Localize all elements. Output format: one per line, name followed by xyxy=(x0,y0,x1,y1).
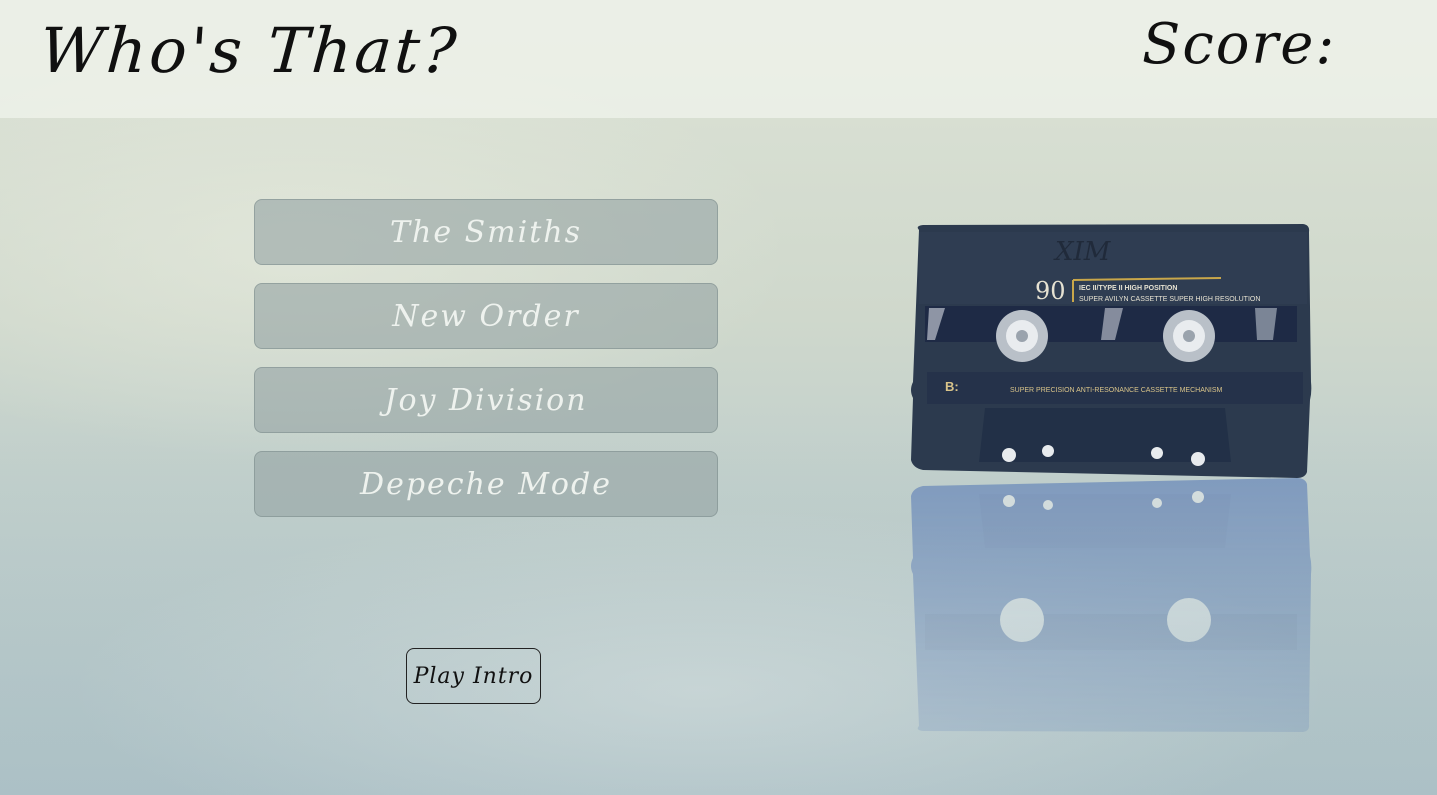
answer-button-the-smiths[interactable]: The Smiths xyxy=(254,199,718,265)
cassette-handwriting: XIM xyxy=(1053,237,1112,267)
page-title: Who's That? xyxy=(37,14,462,87)
answer-button-depeche-mode[interactable]: Depeche Mode xyxy=(254,451,718,517)
cassette-side: B: xyxy=(945,379,959,394)
score-display: Score: xyxy=(1142,12,1344,77)
cassette-length: 90 xyxy=(1035,277,1066,305)
answer-list: The Smiths New Order Joy Division Depech… xyxy=(254,199,718,535)
cassette-spec-line2: SUPER AVILYN CASSETTE SUPER HIGH RESOLUT… xyxy=(1079,296,1260,303)
cassette-spec-line1: IEC II/TYPE II HIGH POSITION xyxy=(1079,285,1177,292)
header-bar: Who's That? Score: xyxy=(0,0,1437,118)
play-intro-button[interactable]: Play Intro xyxy=(406,648,541,704)
cassette-mechanism: SUPER PRECISION ANTI-RESONANCE CASSETTE … xyxy=(1010,387,1223,394)
cassette-image: XIM 90 IEC II/TYPE II HIGH POSITION SUPE… xyxy=(905,222,1315,742)
score-label: Score: xyxy=(1142,12,1337,77)
cassette-reflection xyxy=(911,478,1312,732)
answer-button-new-order[interactable]: New Order xyxy=(254,283,718,349)
answer-button-joy-division[interactable]: Joy Division xyxy=(254,367,718,433)
